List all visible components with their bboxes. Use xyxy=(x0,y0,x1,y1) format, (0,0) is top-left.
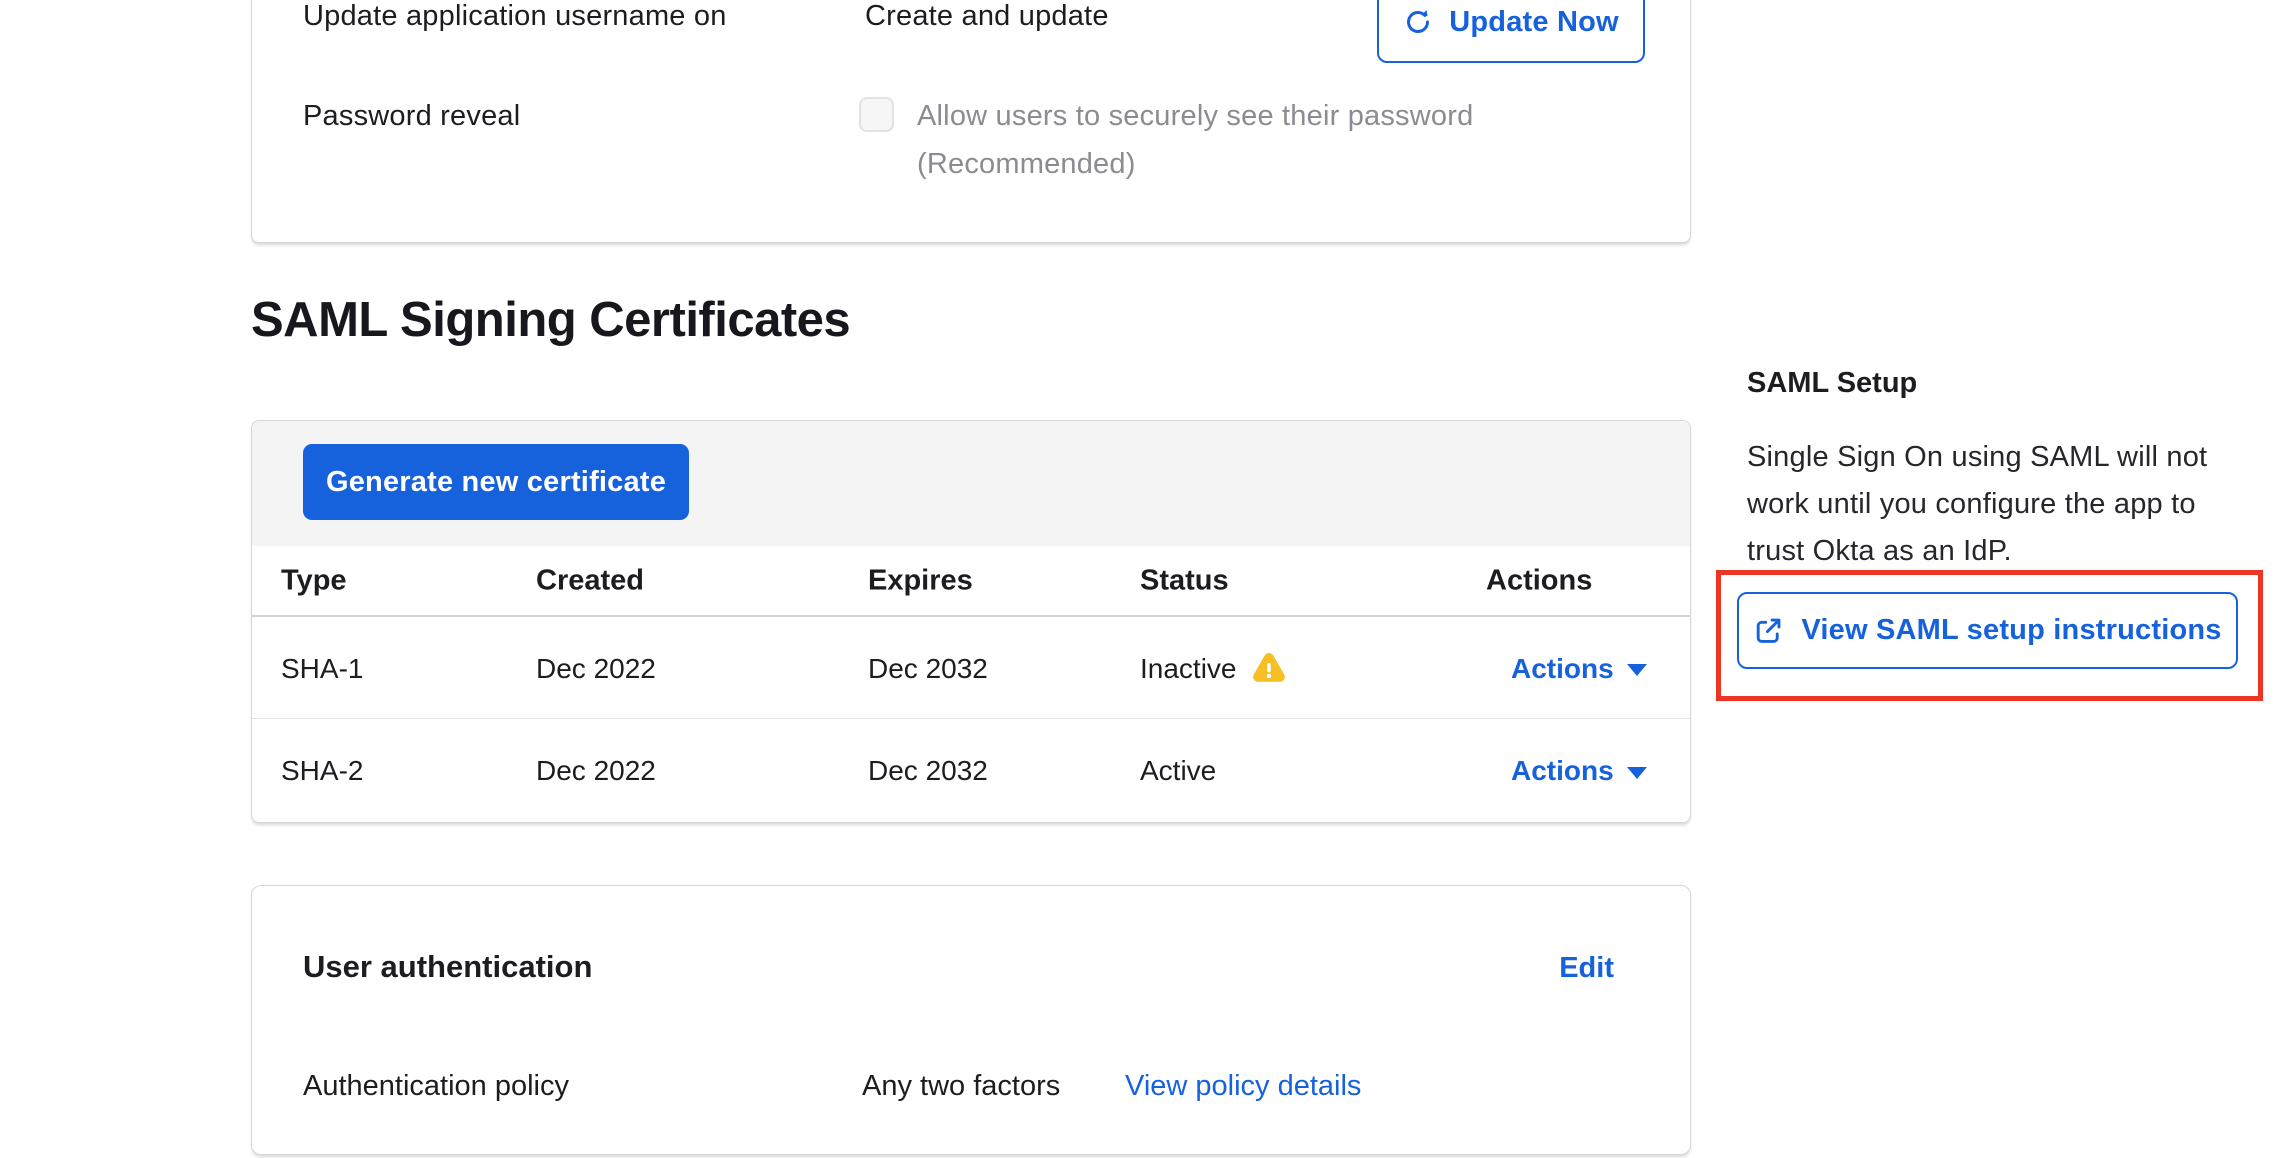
update-now-button[interactable]: Update Now xyxy=(1377,0,1645,63)
cert-created: Dec 2022 xyxy=(536,653,656,685)
saml-setup-title: SAML Setup xyxy=(1747,367,1917,400)
update-now-label: Update Now xyxy=(1449,6,1619,39)
edit-link[interactable]: Edit xyxy=(1559,952,1614,985)
user-authentication-title: User authentication xyxy=(303,949,592,985)
view-saml-instructions-label: View SAML setup instructions xyxy=(1801,614,2221,647)
password-reveal-checkbox[interactable] xyxy=(859,97,894,132)
table-header-row: Type Created Expires Status Actions xyxy=(252,546,1690,617)
view-saml-instructions-button[interactable]: View SAML setup instructions xyxy=(1737,592,2238,669)
cert-status: Inactive xyxy=(1140,651,1287,687)
authentication-policy-label: Authentication policy xyxy=(303,1070,569,1103)
password-reveal-recommended-text: (Recommended) xyxy=(917,147,1136,181)
actions-dropdown[interactable]: Actions xyxy=(1511,653,1647,685)
column-header-type: Type xyxy=(281,564,347,597)
status-text: Inactive xyxy=(1140,653,1237,685)
cert-expires: Dec 2032 xyxy=(868,755,988,787)
generate-certificate-button[interactable]: Generate new certificate xyxy=(303,444,689,520)
view-policy-details-link[interactable]: View policy details xyxy=(1125,1070,1361,1103)
warning-triangle-icon xyxy=(1251,651,1287,687)
actions-dropdown[interactable]: Actions xyxy=(1511,755,1647,787)
saml-certificates-card: Generate new certificate Type Created Ex… xyxy=(251,420,1691,823)
cert-created: Dec 2022 xyxy=(536,755,656,787)
column-header-expires: Expires xyxy=(868,564,973,597)
username-update-value: Create and update xyxy=(865,0,1109,33)
password-reveal-checkbox-text: Allow users to securely see their passwo… xyxy=(917,99,1473,133)
user-authentication-card: User authentication Edit Authentication … xyxy=(251,885,1691,1155)
cert-type: SHA-2 xyxy=(281,755,363,787)
cert-type: SHA-1 xyxy=(281,653,363,685)
table-row: SHA-2 Dec 2022 Dec 2032 Active Actions xyxy=(252,719,1690,823)
cert-status: Active xyxy=(1140,755,1216,787)
refresh-icon xyxy=(1403,7,1433,37)
actions-label: Actions xyxy=(1511,755,1614,787)
authentication-policy-value: Any two factors xyxy=(862,1070,1060,1103)
saml-setup-description: Single Sign On using SAML will not work … xyxy=(1747,434,2259,575)
column-header-actions: Actions xyxy=(1486,564,1592,597)
username-update-label: Update application username on xyxy=(303,0,727,33)
column-header-created: Created xyxy=(536,564,644,597)
column-header-status: Status xyxy=(1140,564,1229,597)
cert-expires: Dec 2032 xyxy=(868,653,988,685)
external-link-icon xyxy=(1753,616,1783,646)
table-row: SHA-1 Dec 2022 Dec 2032 Inactive Actions xyxy=(252,619,1690,719)
actions-label: Actions xyxy=(1511,653,1614,685)
app-settings-card: Update application username on Create an… xyxy=(251,0,1691,243)
page-title: SAML Signing Certificates xyxy=(251,292,850,348)
caret-down-icon xyxy=(1627,664,1647,676)
password-reveal-label: Password reveal xyxy=(303,99,520,133)
caret-down-icon xyxy=(1627,767,1647,779)
page: Update application username on Create an… xyxy=(0,0,2279,1158)
